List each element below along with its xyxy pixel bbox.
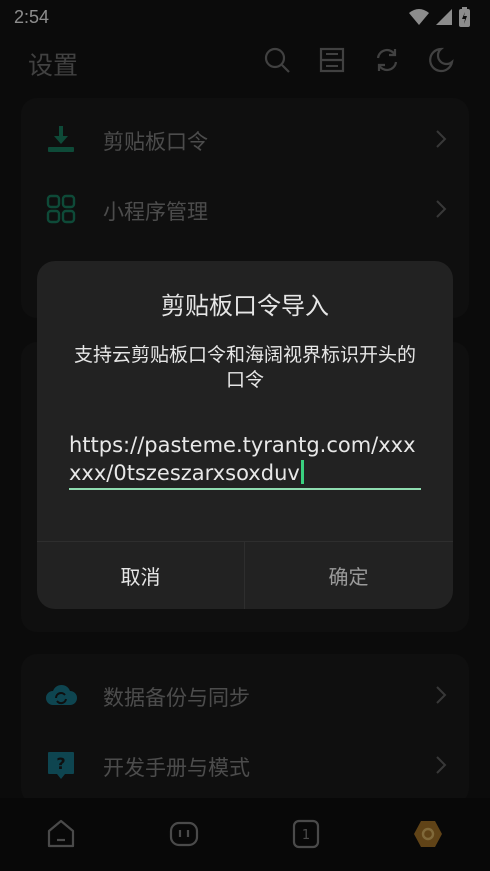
wifi-icon: [409, 9, 429, 25]
home-icon[interactable]: [45, 818, 77, 850]
status-time: 2:54: [14, 6, 50, 27]
row-label: 开发手册与模式: [103, 756, 250, 780]
page-one-icon[interactable]: 1: [290, 818, 322, 850]
row-clipboard-command[interactable]: 剪贴板口令: [21, 104, 469, 174]
status-icons: [409, 7, 470, 27]
cloud-sync-icon: [46, 684, 77, 705]
chevron-right-icon: [436, 756, 447, 774]
refresh-icon[interactable]: [373, 46, 401, 74]
bottom-nav: 1: [0, 798, 490, 871]
app-header: 设置: [0, 38, 490, 88]
row-label: 数据备份与同步: [103, 686, 250, 710]
help-icon: ?: [48, 752, 74, 779]
bot-icon[interactable]: [168, 818, 200, 850]
page-title: 设置: [28, 51, 79, 80]
cancel-button[interactable]: 取消: [37, 542, 244, 609]
dialog-message: 支持云剪贴板口令和海阔视界标识开头的口令: [73, 344, 416, 391]
row-backup-sync[interactable]: 数据备份与同步: [21, 660, 469, 730]
clipboard-import-dialog: 剪贴板口令导入 支持云剪贴板口令和海阔视界标识开头的口令 https://pas…: [37, 261, 453, 609]
row-label: 小程序管理: [103, 200, 208, 224]
status-bar: 2:54: [0, 0, 490, 34]
download-icon: [48, 126, 74, 152]
search-icon[interactable]: [263, 46, 291, 74]
dialog-title: 剪贴板口令导入: [161, 292, 329, 320]
row-mini-program[interactable]: 小程序管理: [21, 174, 469, 244]
chevron-right-icon: [436, 130, 447, 148]
signal-icon: [436, 9, 452, 25]
chevron-right-icon: [436, 200, 447, 218]
dark-mode-icon[interactable]: [427, 46, 455, 74]
layout-icon[interactable]: [318, 46, 346, 74]
svg-text:?: ?: [56, 754, 65, 773]
row-label: 剪贴板口令: [103, 130, 208, 154]
svg-text:1: 1: [302, 828, 310, 843]
clipboard-command-input[interactable]: https://pasteme.tyrantg.com/xxxxxx/0tsze…: [69, 431, 421, 487]
apps-grid-icon: [46, 194, 76, 224]
input-underline: [69, 488, 421, 490]
row-dev-manual[interactable]: ? 开发手册与模式: [21, 730, 469, 800]
settings-hex-icon[interactable]: [412, 818, 444, 850]
text-cursor: [300, 460, 304, 484]
chevron-right-icon: [436, 686, 447, 704]
settings-card-bottom: 数据备份与同步 ? 开发手册与模式: [21, 654, 469, 804]
input-value: https://pasteme.tyrantg.com/xxxxxx/0tsze…: [69, 433, 416, 485]
confirm-button[interactable]: 确定: [245, 542, 452, 609]
battery-icon: [459, 7, 470, 27]
